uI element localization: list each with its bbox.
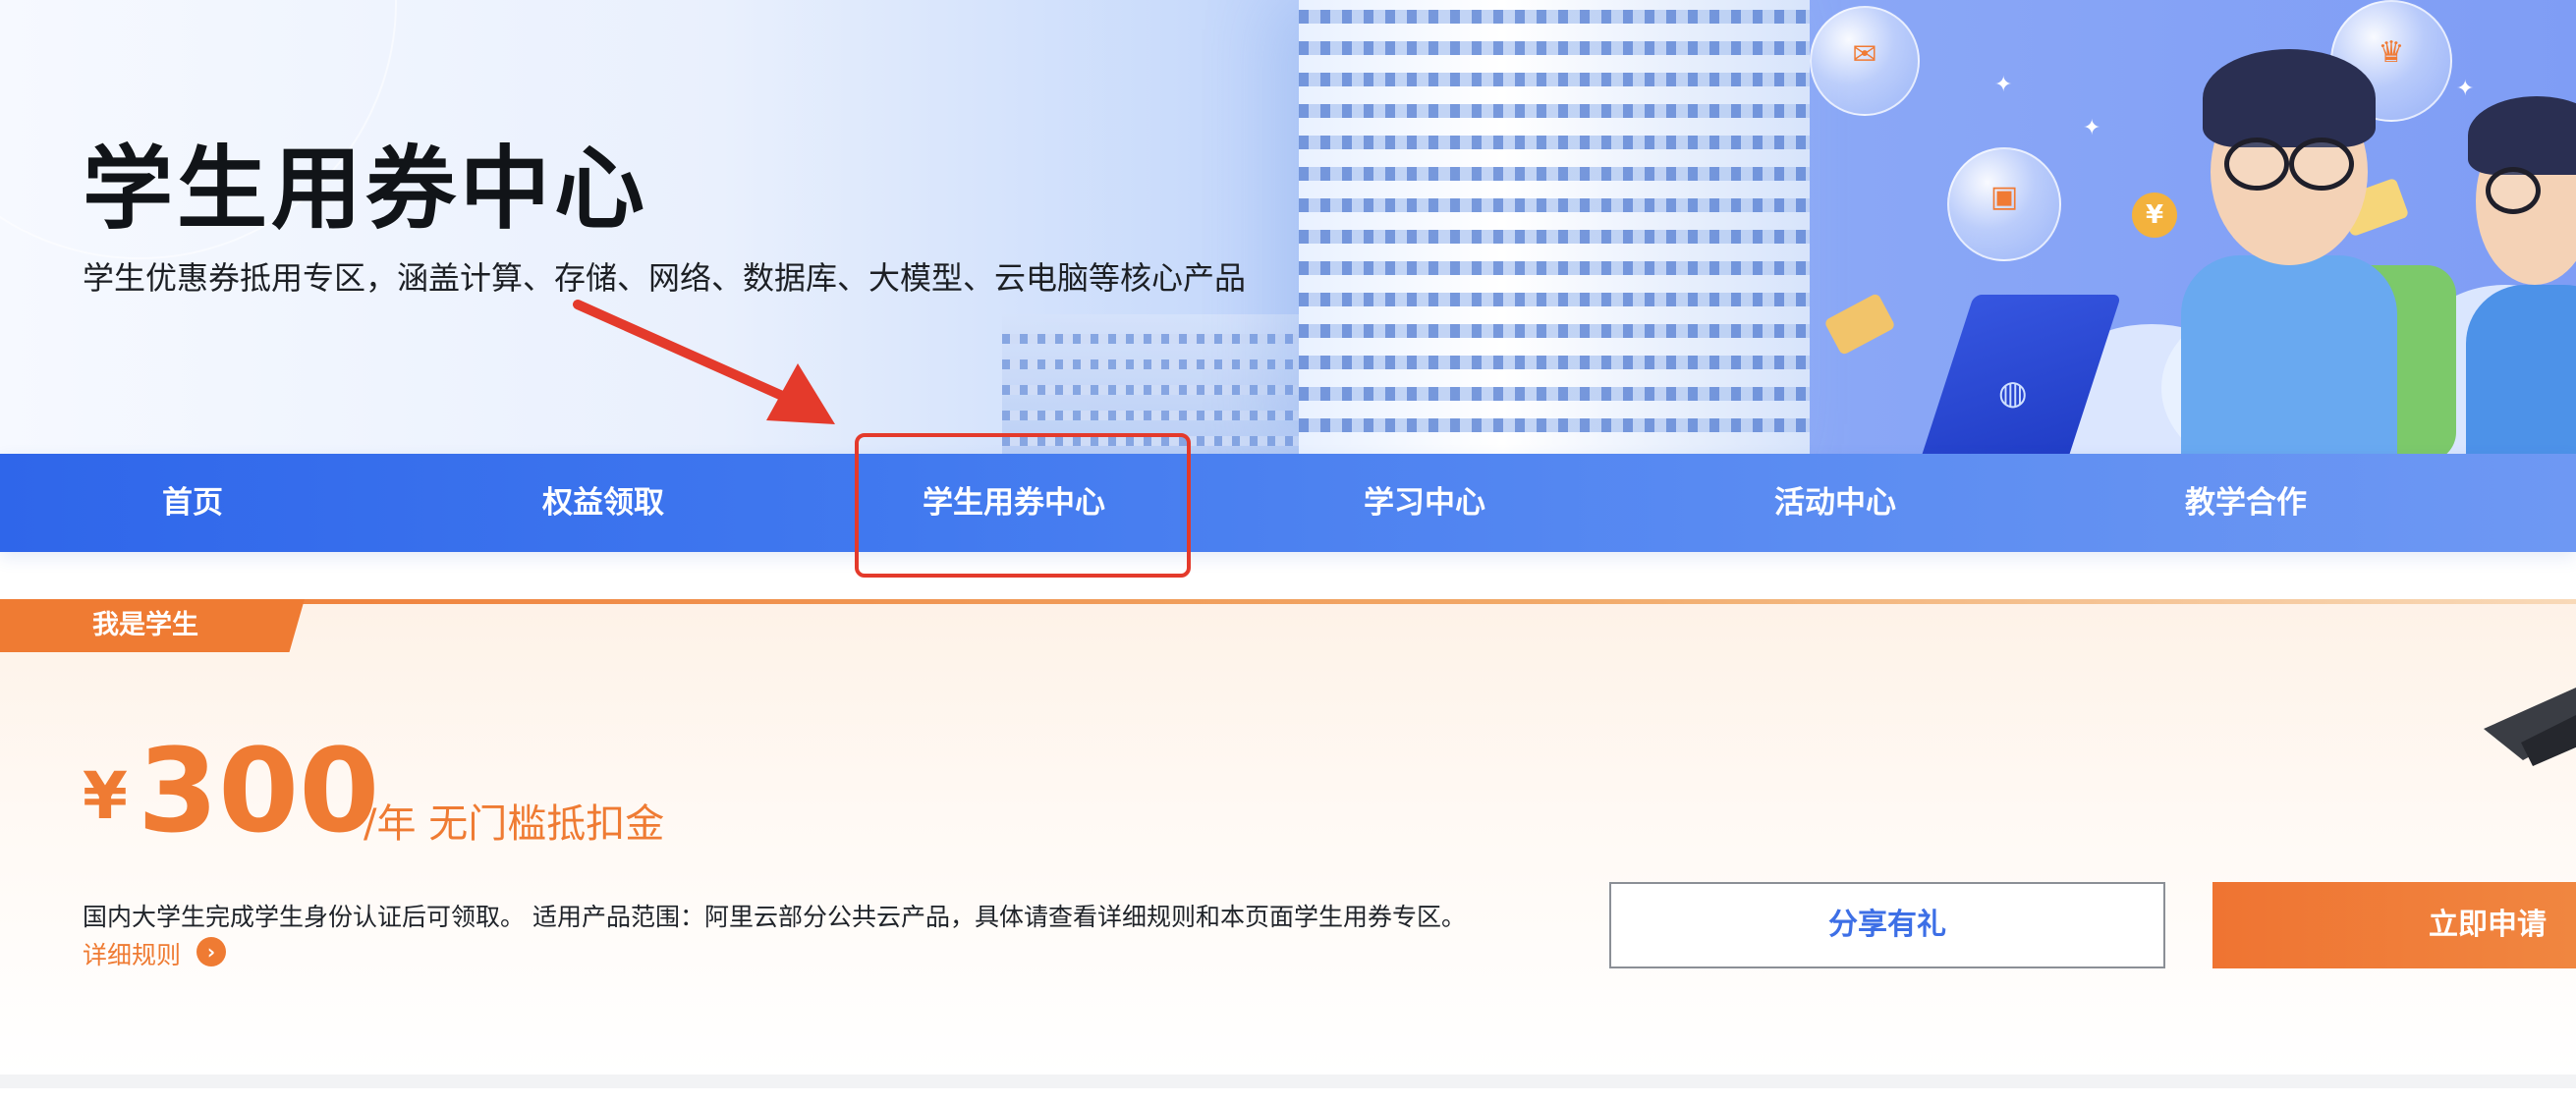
sparkle-icon: ✦ — [2083, 116, 2101, 140]
gift-bubble-icon: ✉ — [1810, 6, 1920, 116]
offer-description: 国内大学生完成学生身份认证后可领取。 适用产品范围：阿里云部分公共云产品，具体请… — [83, 903, 1466, 931]
detailed-rules-link[interactable]: 详细规则 — [83, 936, 181, 971]
student-character-male — [2142, 10, 2456, 454]
nav-item-activity-center[interactable]: 活动中心 — [1630, 454, 2041, 552]
page-title: 学生用券中心 — [83, 137, 649, 242]
hero-banner: ✉ ▣ ♛ ¥ ✦ ✦ ✦ ✦ ◍ 学生用券中心 学生优惠券抵用专区，涵盖计算、… — [0, 0, 2576, 454]
main-nav: 首页 权益领取 学生用券中心 学习中心 活动中心 教学合作 — [0, 454, 2576, 552]
sparkle-icon: ✦ — [1994, 73, 2013, 97]
nav-item-home[interactable]: 首页 — [0, 454, 398, 552]
panel-accent-line — [0, 599, 2576, 604]
student-tag-label: 我是学生 — [92, 610, 198, 640]
annotation-arrow — [573, 300, 835, 424]
mortarboard-icon — [2484, 688, 2576, 766]
share-button[interactable]: 分享有礼 — [1609, 882, 2165, 968]
nav-item-learning-center[interactable]: 学习中心 — [1219, 454, 1630, 552]
student-character-female — [2436, 88, 2576, 454]
annotation-highlight-box — [855, 433, 1191, 578]
price-currency: ¥ — [83, 758, 128, 834]
arrow-right-circle-icon[interactable]: › — [196, 937, 226, 966]
student-offer-panel: 我是学生 ¥ 300 /年 无门槛抵扣金 国内大学生完成学生身份认证后可领取。 … — [0, 599, 2576, 1075]
page-subtitle: 学生优惠券抵用专区，涵盖计算、存储、网络、数据库、大模型、云电脑等核心产品 — [83, 259, 1247, 297]
section-divider — [0, 1075, 2576, 1088]
box-bubble-icon: ▣ — [1947, 147, 2061, 261]
nav-item-teaching-cooperation[interactable]: 教学合作 — [2041, 454, 2451, 552]
nav-item-benefits[interactable]: 权益领取 — [398, 454, 809, 552]
laptop-logo-icon: ◍ — [1997, 373, 2028, 413]
price-unit: /年 无门槛抵扣金 — [364, 801, 665, 847]
building-illustration — [1299, 0, 1810, 454]
price-amount: 300 — [138, 723, 380, 858]
apply-button[interactable]: 立即申请 — [2212, 882, 2576, 968]
card-icon — [1823, 292, 1896, 357]
apply-button-label: 立即申请 — [2429, 908, 2547, 942]
